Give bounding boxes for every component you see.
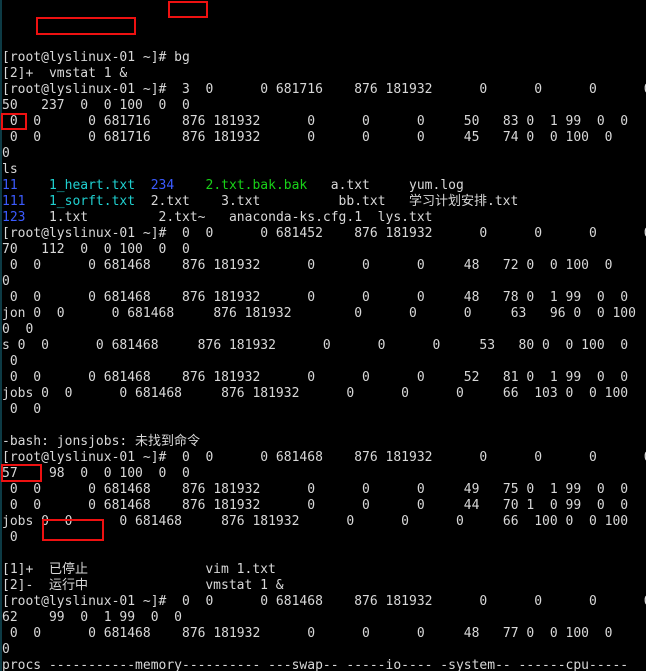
terminal-span: 1_sorft.txt [48,194,136,209]
terminal-line: 0 0 0 681468 876 181932 0 0 0 44 70 1 0 … [0,498,646,514]
terminal-line: [root@lyslinux-01 ~]# 0 0 0 681468 876 1… [0,450,646,466]
terminal-line: -bash: jonsjobs: 未找到命令 [0,434,646,450]
terminal-span: 0 0 0 681468 876 181932 0 0 0 48 77 0 0 … [2,626,613,641]
terminal-span: [root@lyslinux-01 ~]# 0 0 0 681468 876 1… [2,450,646,465]
terminal-span: 0 0 [2,402,42,417]
terminal-span [174,178,205,193]
bg-command-box [168,1,208,18]
terminal-line: 111 1_sorft.txt 2.txt 3.txt bb.txt 学习计划安… [0,194,646,210]
terminal-line: [1]+ 已停止 vim 1.txt [0,562,646,578]
terminal-span: 0 [2,642,10,657]
terminal-line: 0 [0,530,646,546]
terminal-span: 0 [2,146,10,161]
vmstat-job-box [36,17,136,35]
terminal-line: [2]+ vmstat 1 & [0,66,646,82]
terminal-span: ls [2,162,18,177]
terminal-span: s 0 0 0 681468 876 181932 0 0 0 53 80 0 … [2,338,629,353]
terminal-span: 0 [2,274,10,289]
terminal-span: 57 98 0 0 100 0 0 [2,466,190,481]
terminal-line: jobs 0 0 0 681468 876 181932 0 0 0 66 10… [0,514,646,530]
terminal-span: jon 0 0 0 681468 876 181932 0 0 0 63 96 … [2,306,636,321]
terminal-line: procs -----------memory---------- ---swa… [0,658,646,671]
terminal-line: 70 112 0 0 100 0 0 [0,242,646,258]
terminal-line: 0 0 [0,322,646,338]
terminal-span: 2.txt 3.txt bb.txt [135,194,409,209]
terminal-span: 11 [2,178,18,193]
terminal-span: 0 0 0 681468 876 181932 0 0 0 48 72 0 0 … [2,258,613,273]
terminal-window[interactable]: [root@lyslinux-01 ~]# bg [2]+ vmstat 1 &[… [0,0,646,671]
terminal-span: 0 0 0 681468 876 181932 0 0 0 49 75 0 1 … [2,482,629,497]
terminal-span: 0 0 0 681468 876 181932 0 0 0 44 70 1 0 … [2,498,629,513]
terminal-span: 学习计划安排.txt [409,194,519,209]
terminal-span: 62 99 0 1 99 0 0 [2,610,183,625]
terminal-span: [root@lyslinux-01 ~]# 0 0 0 681468 876 1… [2,594,646,609]
terminal-span: 1_heart.txt [48,178,136,193]
terminal-line: 11 1_heart.txt 234 2.txt.bak.bak a.txt y… [0,178,646,194]
terminal-line: 123 1.txt 2.txt~ anaconda-ks.cfg.1 lys.t… [0,210,646,226]
terminal-span: 234 [150,178,175,193]
terminal-span: 0 0 [2,322,34,337]
terminal-span: 1.txt 2.txt~ anaconda-ks.cfg.1 lys.txt [25,210,433,225]
terminal-line: 0 [0,146,646,162]
terminal-span [25,194,48,209]
terminal-line: 0 [0,274,646,290]
terminal-span: 0 0 0 681468 876 181932 0 0 0 48 78 0 1 … [2,290,629,305]
terminal-span: jobs 0 0 0 681468 876 181932 0 0 0 66 10… [2,386,629,401]
terminal-span: [2]+ vmstat 1 & [2,66,128,81]
terminal-line: [root@lyslinux-01 ~]# 0 0 0 681468 876 1… [0,594,646,610]
terminal-span: [root@lyslinux-01 ~]# 3 0 0 681716 876 1… [2,82,646,97]
terminal-span: 0 0 0 681716 876 181932 0 0 0 45 74 0 0 … [2,130,613,145]
terminal-line: [root@lyslinux-01 ~]# bg [0,50,646,66]
terminal-span: 0 0 0 681468 876 181932 0 0 0 52 81 0 1 … [2,370,629,385]
terminal-span: [1]+ 已停止 vim 1.txt [2,562,276,577]
terminal-span: 50 237 0 0 100 0 0 [2,98,190,113]
terminal-span: [2]- 运行中 vmstat 1 & [2,578,284,593]
terminal-line: [2]- 运行中 vmstat 1 & [0,578,646,594]
terminal-span: a.txt yum.log [307,178,464,193]
terminal-span: 0 [2,354,18,369]
terminal-line: 57 98 0 0 100 0 0 [0,466,646,482]
terminal-output: [root@lyslinux-01 ~]# bg [2]+ vmstat 1 &[… [0,50,646,671]
terminal-line: 62 99 0 1 99 0 0 [0,610,646,626]
terminal-span: procs -----------memory---------- ---swa… [2,658,629,671]
terminal-line: 0 0 0 681468 876 181932 0 0 0 48 78 0 1 … [0,290,646,306]
terminal-line: s 0 0 0 681468 876 181932 0 0 0 53 80 0 … [0,338,646,354]
terminal-span: 0 [2,530,18,545]
terminal-span: 111 [2,194,26,209]
terminal-line: [root@lyslinux-01 ~]# 0 0 0 681452 876 1… [0,226,646,242]
terminal-line: ls [0,162,646,178]
terminal-line: 0 0 0 681468 876 181932 0 0 0 48 72 0 0 … [0,258,646,274]
terminal-span: 2.txt.bak.bak [205,178,308,193]
terminal-span: [root@lyslinux-01 ~]# 0 0 0 681452 876 1… [2,226,646,241]
terminal-line: 0 0 0 681716 876 181932 0 0 0 50 83 0 1 … [0,114,646,130]
terminal-span: [root@lyslinux-01 ~]# bg [2,50,190,65]
terminal-span: 70 112 0 0 100 0 0 [2,242,190,257]
terminal-line: 0 0 0 681468 876 181932 0 0 0 49 75 0 1 … [0,482,646,498]
terminal-line: 0 0 0 681468 876 181932 0 0 0 48 77 0 0 … [0,626,646,642]
terminal-span: jobs 0 0 0 681468 876 181932 0 0 0 66 10… [2,514,629,529]
terminal-line: 50 237 0 0 100 0 0 [0,98,646,114]
terminal-span [135,178,151,193]
terminal-line: 0 [0,354,646,370]
terminal-line: jobs 0 0 0 681468 876 181932 0 0 0 66 10… [0,386,646,402]
terminal-span: -bash: jonsjobs: 未找到命令 [2,434,201,449]
terminal-line: 0 [0,642,646,658]
terminal-line: 0 0 0 681716 876 181932 0 0 0 45 74 0 0 … [0,130,646,146]
scrollbar-gutter[interactable] [0,0,2,671]
terminal-span: 123 [2,210,26,225]
terminal-line: jon 0 0 0 681468 876 181932 0 0 0 63 96 … [0,306,646,322]
terminal-span [18,178,49,193]
terminal-line: [root@lyslinux-01 ~]# 3 0 0 681716 876 1… [0,82,646,98]
terminal-line: 0 0 0 681468 876 181932 0 0 0 52 81 0 1 … [0,370,646,386]
terminal-line: 0 0 [0,402,646,418]
terminal-span: 0 0 0 681716 876 181932 0 0 0 50 83 0 1 … [2,114,629,129]
